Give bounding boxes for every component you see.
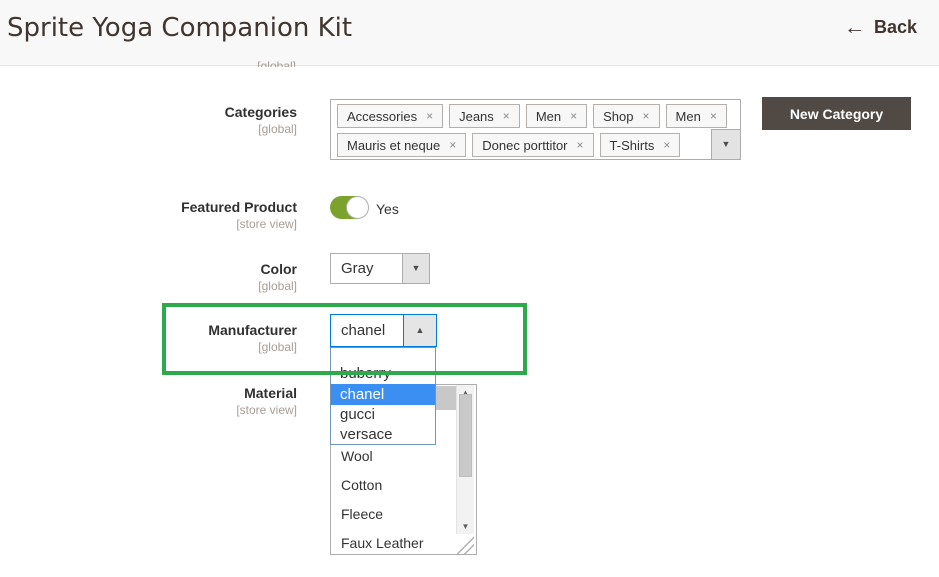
chevron-up-icon: ▲ [416, 326, 425, 335]
manufacturer-option[interactable]: buberry [331, 364, 435, 384]
featured-product-value: Yes [376, 201, 399, 217]
categories-multiselect[interactable]: Accessories× Jeans× Men× Shop× Men× Maur… [330, 99, 741, 160]
chevron-down-icon: ▼ [412, 264, 421, 273]
scrollbar-thumb[interactable] [459, 394, 472, 477]
categories-tag-row-2: Mauris et neque× Donec porttitor× T-Shir… [337, 133, 686, 157]
clipped-scope-label: [global] [0, 57, 296, 67]
category-tag[interactable]: Jeans× [449, 104, 520, 128]
category-tag[interactable]: Shop× [593, 104, 659, 128]
manufacturer-select-arrow[interactable]: ▲ [403, 315, 436, 346]
color-select-value: Gray [341, 254, 374, 283]
remove-tag-icon[interactable]: × [663, 138, 670, 152]
product-edit-page: Sprite Yoga Companion Kit ← Back [global… [0, 0, 939, 577]
remove-tag-icon[interactable]: × [643, 109, 650, 123]
manufacturer-option[interactable]: gucci [331, 405, 435, 425]
material-option[interactable]: Fleece [332, 500, 383, 529]
material-option[interactable]: Cotton [332, 471, 382, 500]
category-tag[interactable]: Mauris et neque× [337, 133, 466, 157]
color-scope-label: [global] [0, 279, 297, 293]
categories-field-label: Categories [global] [0, 104, 297, 136]
color-select[interactable]: Gray ▼ [330, 253, 430, 284]
manufacturer-select[interactable]: chanel ▲ [330, 314, 437, 347]
category-tag[interactable]: Accessories× [337, 104, 443, 128]
remove-tag-icon[interactable]: × [710, 109, 717, 123]
back-arrow-icon: ← [844, 17, 865, 38]
back-button[interactable]: ← Back [844, 17, 917, 38]
categories-scope-label: [global] [0, 122, 297, 136]
toggle-knob [346, 196, 369, 219]
material-option[interactable]: Faux Leather [332, 529, 424, 558]
manufacturer-option[interactable]: versace [331, 425, 435, 444]
back-button-label: Back [874, 17, 917, 38]
color-field-label: Color [global] [0, 261, 297, 293]
scroll-down-icon[interactable]: ▼ [457, 522, 474, 531]
manufacturer-option-selected[interactable]: chanel [331, 384, 435, 405]
remove-tag-icon[interactable]: × [426, 109, 433, 123]
manufacturer-select-value: chanel [341, 315, 385, 346]
remove-tag-icon[interactable]: × [570, 109, 577, 123]
manufacturer-field-label: Manufacturer [global] [0, 322, 297, 354]
remove-tag-icon[interactable]: × [503, 109, 510, 123]
material-option[interactable]: Wool [332, 442, 373, 471]
remove-tag-icon[interactable]: × [577, 138, 584, 152]
chevron-down-icon: ▼ [722, 140, 731, 149]
resize-grip-icon[interactable] [457, 534, 474, 554]
new-category-button[interactable]: New Category [762, 97, 911, 130]
featured-product-scope-label: [store view] [0, 217, 297, 231]
material-field-label: Material [store view] [0, 385, 297, 417]
category-tag[interactable]: Donec porttitor× [472, 133, 593, 157]
manufacturer-dropdown-list: buberry chanel gucci versace [330, 347, 436, 445]
category-tag[interactable]: T-Shirts× [600, 133, 681, 157]
remove-tag-icon[interactable]: × [449, 138, 456, 152]
category-tag[interactable]: Men× [666, 104, 727, 128]
material-scope-label: [store view] [0, 403, 297, 417]
featured-product-field-label: Featured Product [store view] [0, 199, 297, 231]
manufacturer-option-empty[interactable] [331, 348, 435, 364]
material-scrollbar[interactable]: ▲ ▼ [456, 385, 474, 534]
color-select-arrow[interactable]: ▼ [402, 254, 429, 283]
manufacturer-scope-label: [global] [0, 340, 297, 354]
categories-tag-row-1: Accessories× Jeans× Men× Shop× Men× [337, 104, 733, 128]
category-tag[interactable]: Men× [526, 104, 587, 128]
page-title: Sprite Yoga Companion Kit [7, 13, 352, 43]
categories-dropdown-button[interactable]: ▼ [711, 129, 740, 159]
featured-product-toggle[interactable] [330, 196, 368, 219]
